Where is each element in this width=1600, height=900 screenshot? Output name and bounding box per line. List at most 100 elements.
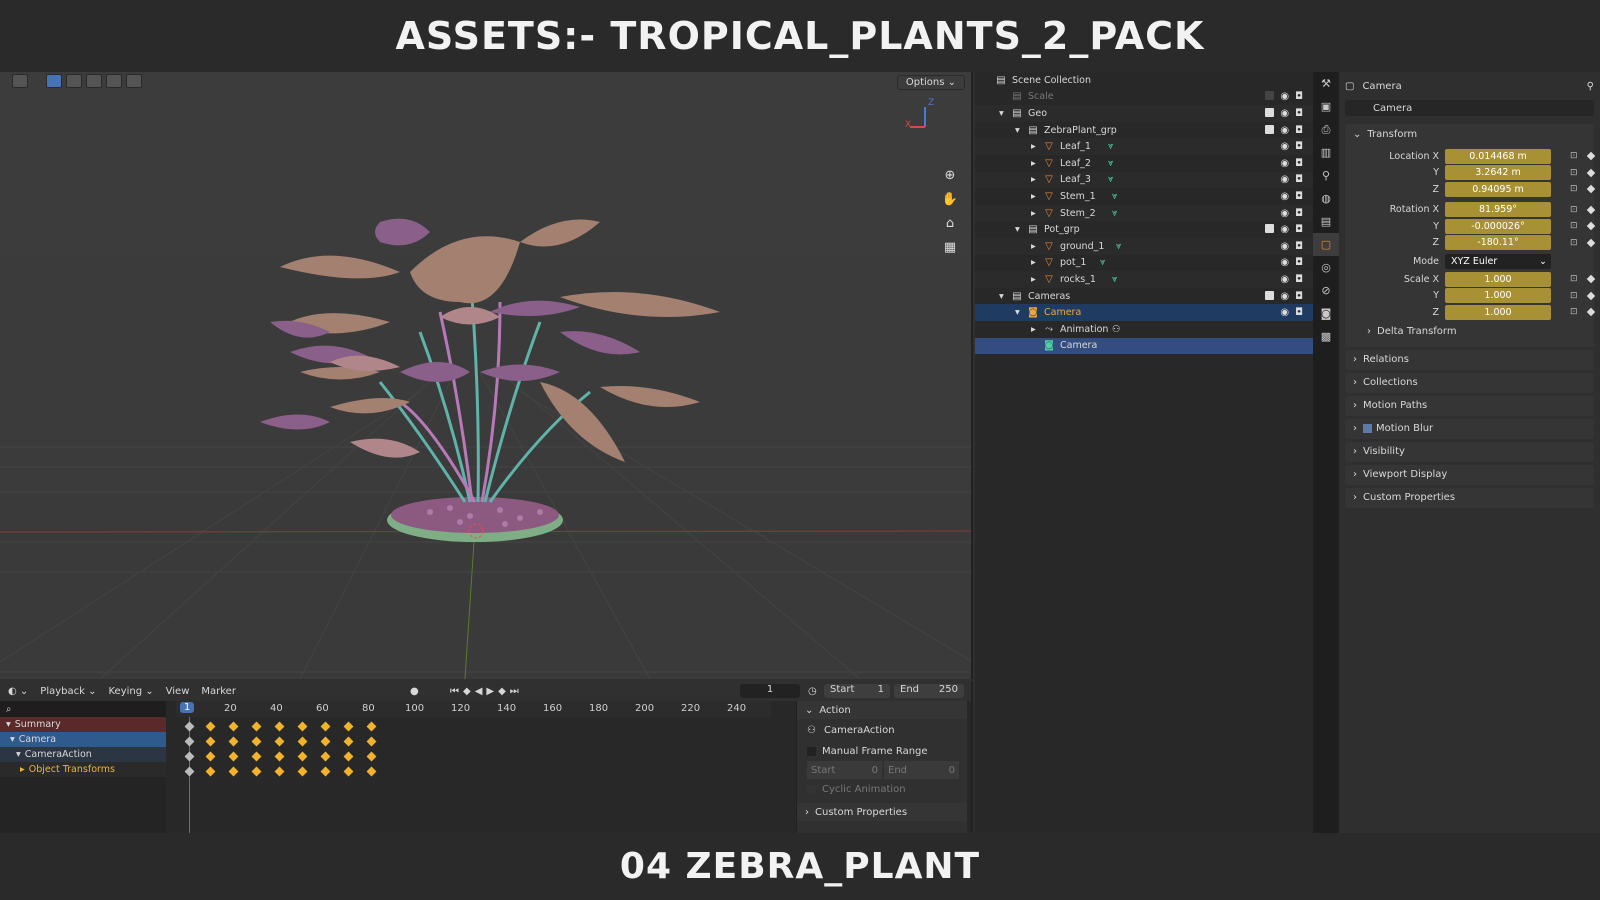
outliner-row-leaf-3[interactable]: ▸▽Leaf_3⩔ ◉◘ [975, 172, 1313, 189]
action-custom-properties[interactable]: › Custom Properties [797, 803, 967, 821]
render-tab-icon[interactable]: ▣ [1313, 95, 1339, 118]
properties-editor[interactable]: ▢Camera ⚲ Camera ⌄ Transform Location X0… [1339, 72, 1600, 833]
object-data-tab-icon[interactable]: ◙ [1313, 302, 1339, 325]
outliner-row-geo[interactable]: ▾▤Geo ◉◘ [975, 105, 1313, 122]
motion-blur-panel[interactable]: › Motion Blur [1345, 419, 1594, 439]
collection-tab-icon[interactable]: ▤ [1313, 210, 1339, 233]
scale-x-field[interactable]: 1.000 [1445, 272, 1551, 287]
outliner-row-pot-1[interactable]: ▸▽pot_1⩔ ◉◘ [975, 255, 1313, 272]
scale-y-field[interactable]: 1.000 [1445, 288, 1551, 303]
outliner-row-camera-data[interactable]: ◙Camera [975, 338, 1313, 355]
keyframe-marker[interactable] [228, 737, 238, 747]
view-menu[interactable]: View [166, 686, 190, 697]
outliner-row-ground-1[interactable]: ▸▽ground_1⩔ ◉◘ [975, 238, 1313, 255]
grid-icon[interactable]: ▦ [939, 236, 961, 258]
keyframe-marker[interactable] [366, 752, 376, 762]
dope-sheet[interactable]: ◐ ⌄ Playback ⌄ Keying ⌄ View Marker ● ⏮◆… [0, 681, 973, 833]
keyframe-marker[interactable] [366, 722, 376, 732]
object-tab-icon[interactable]: ▢ [1313, 233, 1339, 256]
end-frame-field[interactable]: End250 [894, 684, 964, 698]
outliner-row-stem-1[interactable]: ▸▽Stem_1⩔ ◉◘ [975, 188, 1313, 205]
keyframe-marker[interactable] [205, 737, 215, 747]
keyframe-grid[interactable]: 1 20 40 60 80 100 120 140 160 180 200 22… [176, 701, 771, 833]
keyframe-marker[interactable] [343, 752, 353, 762]
keyframe-marker[interactable] [274, 722, 284, 732]
location-y-field[interactable]: 3.2642 m [1445, 165, 1551, 180]
keyframe-marker[interactable] [343, 722, 353, 732]
channel-camera[interactable]: ▾ Camera [0, 732, 166, 747]
frame-ruler[interactable]: 1 20 40 60 80 100 120 140 160 180 200 22… [176, 701, 771, 717]
outliner-row-pot-grp[interactable]: ▾▤Pot_grp ◉◘ [975, 221, 1313, 238]
visibility-panel[interactable]: › Visibility [1345, 442, 1594, 462]
keyframe-marker[interactable] [185, 752, 195, 762]
keyframe-marker[interactable] [343, 767, 353, 777]
physics-tab-icon[interactable]: ◎ [1313, 256, 1339, 279]
scale-z-field[interactable]: 1.000 [1445, 305, 1551, 320]
action-range[interactable]: Start0 End0 [797, 761, 967, 779]
editor-type-icon[interactable]: ◐ ⌄ [8, 686, 28, 697]
keyframe-marker[interactable] [274, 767, 284, 777]
action-name[interactable]: ⚇ CameraAction [797, 719, 967, 741]
keyframe-marker[interactable] [320, 737, 330, 747]
keyframe-marker[interactable] [228, 752, 238, 762]
keyframe-marker[interactable] [274, 737, 284, 747]
custom-properties-panel[interactable]: › Custom Properties [1345, 488, 1594, 508]
keyframe-marker[interactable] [366, 767, 376, 777]
motion-blur-checkbox[interactable] [1363, 424, 1372, 433]
keyframe-marker[interactable] [185, 737, 195, 747]
keyframe-marker[interactable] [228, 767, 238, 777]
keyframe-marker[interactable] [228, 722, 238, 732]
pin-icon[interactable]: ⚲ [1587, 81, 1594, 92]
channel-summary[interactable]: ▾ Summary [0, 717, 166, 732]
channel-camera-action[interactable]: ▾ CameraAction [0, 747, 166, 762]
keyframe-marker[interactable] [320, 752, 330, 762]
keyframe-marker[interactable] [185, 767, 195, 777]
keyframe-marker[interactable] [205, 752, 215, 762]
zoom-icon[interactable]: ⊕ [939, 164, 961, 186]
outliner-row-leaf-1[interactable]: ▸▽Leaf_1⩔ ◉◘ [975, 138, 1313, 155]
tool-tab-icon[interactable]: ⚒ [1313, 72, 1339, 95]
outliner-row-stem-2[interactable]: ▸▽Stem_2⩔ ◉◘ [975, 205, 1313, 222]
view-layer-tab-icon[interactable]: ▥ [1313, 141, 1339, 164]
manual-frame-range[interactable]: Manual Frame Range [797, 741, 967, 761]
rotation-z-field[interactable]: -180.11° [1445, 235, 1551, 250]
keyframe-marker[interactable] [343, 737, 353, 747]
playback-menu[interactable]: Playback ⌄ [40, 686, 96, 697]
collections-panel[interactable]: › Collections [1345, 373, 1594, 393]
action-panel-header[interactable]: ⌄ Action [797, 701, 967, 719]
keyframe-marker[interactable] [251, 737, 261, 747]
record-icon[interactable]: ● [410, 686, 419, 697]
world-tab-icon[interactable]: ◍ [1313, 187, 1339, 210]
outliner-scene-collection[interactable]: ▤Scene Collection [975, 72, 1313, 89]
outliner-row-animation[interactable]: ▸⤳Animation⚇ [975, 321, 1313, 338]
keyframe-marker[interactable] [251, 767, 261, 777]
outliner[interactable]: ▤Scene Collection ▤Scale ◉◘ ▾▤Geo ◉◘ ▾▤Z… [975, 72, 1313, 833]
keyframe-marker[interactable] [205, 722, 215, 732]
keyframe-marker[interactable] [320, 767, 330, 777]
viewport-3d[interactable]: Options ⌄ Z X [0, 72, 973, 679]
marker-menu[interactable]: Marker [201, 686, 236, 697]
object-name-field[interactable]: Camera [1345, 100, 1594, 116]
cyclic-animation[interactable]: Cyclic Animation [797, 779, 967, 799]
rotation-x-field[interactable]: 81.959° [1445, 202, 1551, 217]
outliner-row-scale[interactable]: ▤Scale ◉◘ [975, 89, 1313, 106]
keyframe-marker[interactable] [297, 722, 307, 732]
keying-menu[interactable]: Keying ⌄ [108, 686, 153, 697]
keyframe-marker[interactable] [320, 722, 330, 732]
keyframe-marker[interactable] [297, 767, 307, 777]
hand-icon[interactable]: ✋ [939, 188, 961, 210]
texture-tab-icon[interactable]: ▩ [1313, 325, 1339, 348]
outliner-row-rocks-1[interactable]: ▸▽rocks_1⩔ ◉◘ [975, 271, 1313, 288]
playback-controls[interactable]: ⏮◆◀▶◆⏭ [450, 686, 523, 697]
output-tab-icon[interactable]: ⎙ [1313, 118, 1339, 141]
start-frame-field[interactable]: Start1 [824, 684, 890, 698]
outliner-row-zebraplant-grp[interactable]: ▾▤ZebraPlant_grp ◉◘ [975, 122, 1313, 139]
transform-panel-header[interactable]: ⌄ Transform [1345, 124, 1594, 144]
outliner-row-cameras[interactable]: ▾▤Cameras ◉◘ [975, 288, 1313, 305]
keyframe-marker[interactable] [297, 752, 307, 762]
playhead-frame[interactable]: 1 [180, 702, 194, 713]
relations-panel[interactable]: › Relations [1345, 350, 1594, 370]
keyframe-marker[interactable] [185, 722, 195, 732]
current-frame-field[interactable]: 1 [740, 684, 800, 698]
outliner-row-camera-object[interactable]: ▾◙Camera ◉◘ [975, 304, 1313, 321]
